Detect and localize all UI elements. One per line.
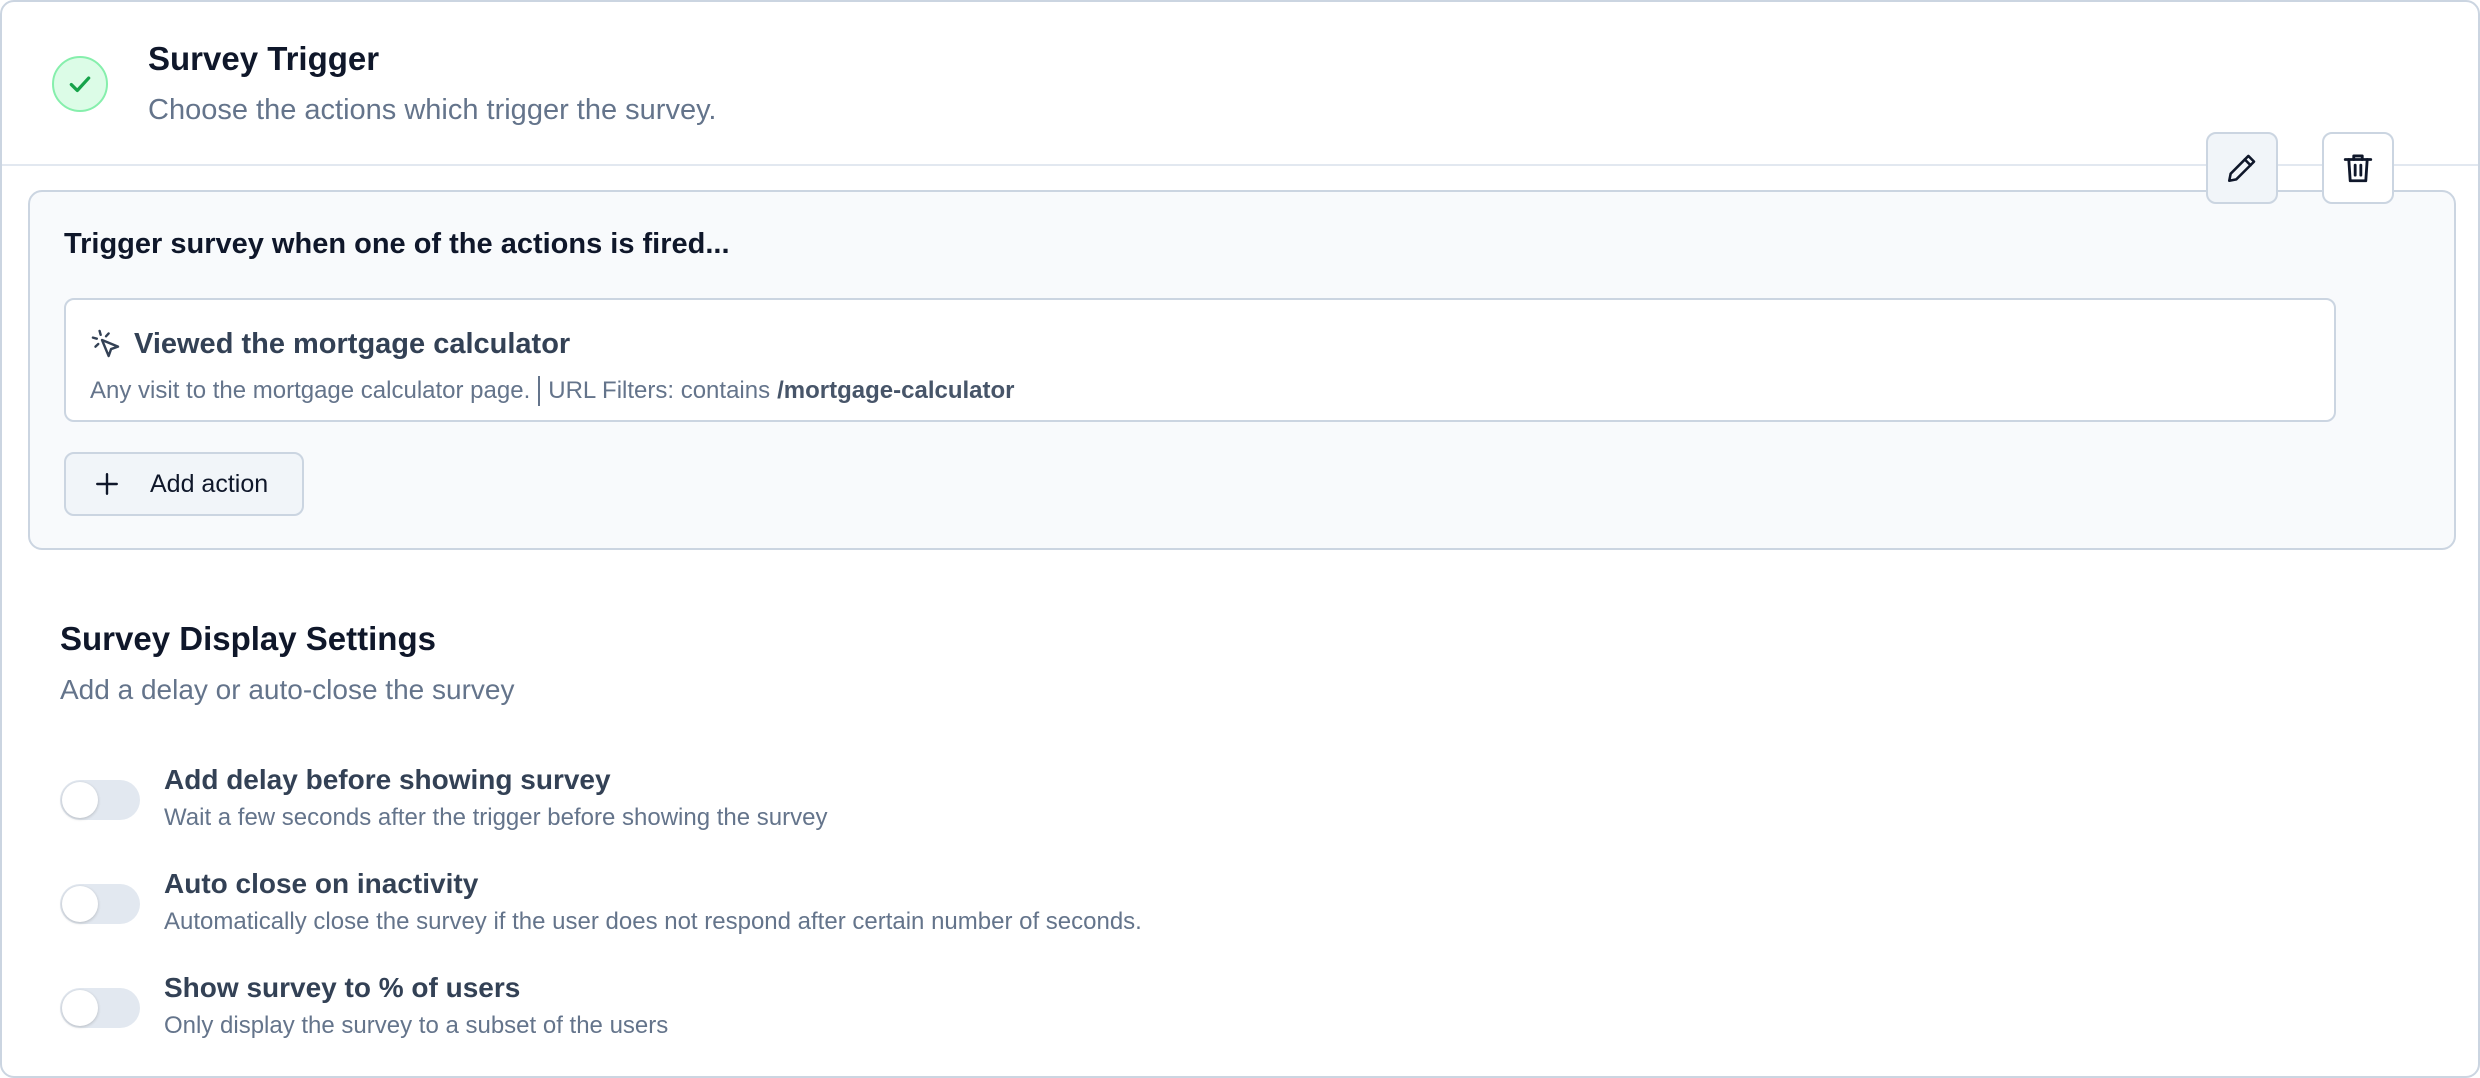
setting-description: Wait a few seconds after the trigger bef… xyxy=(164,804,828,831)
setting-description: Automatically close the survey if the us… xyxy=(164,908,1142,935)
setting-description: Only display the survey to a subset of t… xyxy=(164,1012,669,1039)
add-delay-toggle[interactable] xyxy=(60,780,140,820)
setting-add-delay: Add delay before showing survey Wait a f… xyxy=(60,764,1460,844)
toggle-knob xyxy=(62,886,98,922)
setting-title: Show survey to % of users xyxy=(164,972,521,1003)
setting-auto-close: Auto close on inactivity Automatically c… xyxy=(60,868,1460,948)
status-check-badge xyxy=(52,56,108,112)
percent-users-toggle[interactable] xyxy=(60,988,140,1028)
edit-action-button[interactable] xyxy=(2206,132,2278,204)
plus-icon xyxy=(96,473,118,495)
section-title: Survey Trigger xyxy=(148,40,380,77)
cursor-click-icon xyxy=(91,329,120,358)
action-name: Viewed the mortgage calculator xyxy=(134,328,571,360)
action-description-text: Any visit to the mortgage calculator pag… xyxy=(90,377,531,404)
setting-title: Add delay before showing survey xyxy=(164,764,611,795)
trigger-panel: Trigger survey when one of the actions i… xyxy=(28,190,2456,550)
pencil-icon xyxy=(2227,154,2256,183)
display-settings-description: Add a delay or auto-close the survey xyxy=(60,674,515,705)
delete-action-button[interactable] xyxy=(2322,132,2394,204)
action-item: Viewed the mortgage calculator Any visit… xyxy=(64,298,2336,422)
section-description: Choose the actions which trigger the sur… xyxy=(148,94,717,126)
setting-percent-users: Show survey to % of users Only display t… xyxy=(60,972,1460,1052)
trash-icon xyxy=(2343,154,2373,183)
display-settings-title: Survey Display Settings xyxy=(60,620,436,657)
add-action-button[interactable]: Add action xyxy=(64,452,304,516)
setting-title: Auto close on inactivity xyxy=(164,868,479,899)
toggle-knob xyxy=(62,990,98,1026)
trigger-panel-title: Trigger survey when one of the actions i… xyxy=(64,228,730,260)
action-description: Any visit to the mortgage calculator pag… xyxy=(90,376,1015,406)
auto-close-toggle[interactable] xyxy=(60,884,140,924)
check-icon xyxy=(69,76,91,93)
survey-trigger-card: Survey Trigger Choose the actions which … xyxy=(0,0,2480,1078)
url-filter-label: URL Filters: contains xyxy=(548,377,771,404)
card-header[interactable]: Survey Trigger Choose the actions which … xyxy=(2,2,2478,166)
toggle-knob xyxy=(62,782,98,818)
url-filter-value: /mortgage-calculator xyxy=(777,377,1015,404)
description-divider xyxy=(538,376,541,406)
add-action-label: Add action xyxy=(150,469,269,498)
